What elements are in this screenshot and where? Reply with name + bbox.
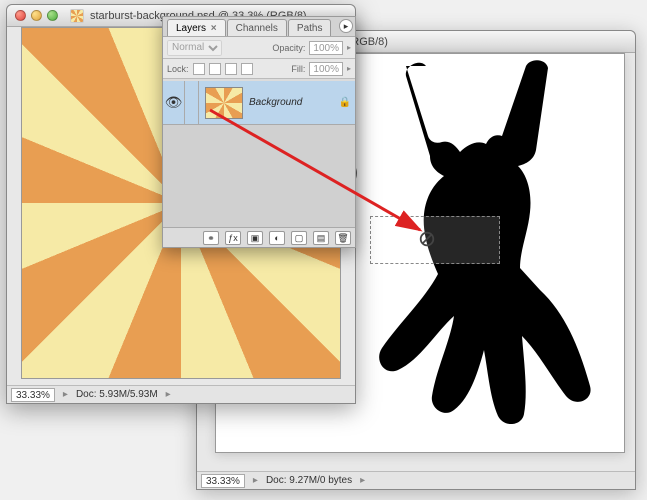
layers-panel[interactable]: Layers × Channels Paths ▸ Normal Opacity… [162, 16, 356, 248]
chevron-right-icon[interactable]: ▸ [347, 64, 351, 73]
opacity-label: Opacity: [272, 43, 305, 53]
lock-all-button[interactable] [241, 63, 253, 75]
zoom-field[interactable]: 33.33% [11, 388, 55, 402]
layer-mask-button[interactable]: ▣ [247, 231, 263, 245]
panel-tabs[interactable]: Layers × Channels Paths ▸ [163, 17, 355, 37]
layer-name[interactable]: Background [249, 97, 335, 108]
lock-position-button[interactable] [225, 63, 237, 75]
visibility-toggle[interactable]: 👁 [163, 81, 185, 124]
layers-list[interactable]: 👁 Background 🔒 [163, 81, 355, 227]
doc-size: Doc: 9.27M/0 bytes [266, 475, 352, 486]
lock-fill-row: Lock: Fill: 100% ▸ [163, 59, 355, 79]
layer-style-button[interactable]: ƒx [225, 231, 241, 245]
blend-mode-select[interactable]: Normal [167, 40, 222, 56]
minimize-button[interactable] [31, 10, 42, 21]
link-layers-button[interactable]: ⚭ [203, 231, 219, 245]
lock-pixels-button[interactable] [209, 63, 221, 75]
lock-icon: 🔒 [335, 97, 355, 108]
eye-icon: 👁 [165, 94, 183, 111]
new-layer-button[interactable]: ▤ [313, 231, 329, 245]
not-allowed-cursor-icon [418, 230, 436, 248]
tab-layers[interactable]: Layers × [167, 19, 226, 36]
zoom-field[interactable]: 33.33% [201, 474, 245, 488]
statusbar: 33.33% ▸ Doc: 9.27M/0 bytes ▸ [197, 471, 635, 489]
layer-thumbnail[interactable] [205, 87, 243, 119]
chevron-right-icon[interactable]: ▸ [347, 43, 351, 52]
group-button[interactable]: ▢ [291, 231, 307, 245]
lock-label: Lock: [167, 64, 189, 74]
tab-channels[interactable]: Channels [227, 19, 287, 36]
doc-size: Doc: 5.93M/5.93M [76, 389, 158, 400]
link-cell[interactable] [185, 81, 199, 124]
statusbar: 33.33% ▸ Doc: 5.93M/5.93M ▸ [7, 385, 355, 403]
blend-opacity-row: Normal Opacity: 100% ▸ [163, 37, 355, 59]
window-controls[interactable] [15, 10, 58, 21]
tab-paths[interactable]: Paths [288, 19, 332, 36]
document-icon [70, 9, 84, 23]
lock-transparency-button[interactable] [193, 63, 205, 75]
adjustment-layer-button[interactable]: ◐ [269, 231, 285, 245]
layer-row[interactable]: 👁 Background 🔒 [163, 81, 355, 125]
fill-field[interactable]: 100% [309, 62, 343, 76]
zoom-button[interactable] [47, 10, 58, 21]
fill-label: Fill: [291, 64, 305, 74]
opacity-field[interactable]: 100% [309, 41, 343, 55]
panel-footer: ⚭ ƒx ▣ ◐ ▢ ▤ 🗑 [163, 227, 355, 247]
panel-menu-button[interactable]: ▸ [339, 19, 353, 33]
delete-layer-button[interactable]: 🗑 [335, 231, 351, 245]
tab-close-icon[interactable]: × [209, 23, 217, 34]
close-button[interactable] [15, 10, 26, 21]
